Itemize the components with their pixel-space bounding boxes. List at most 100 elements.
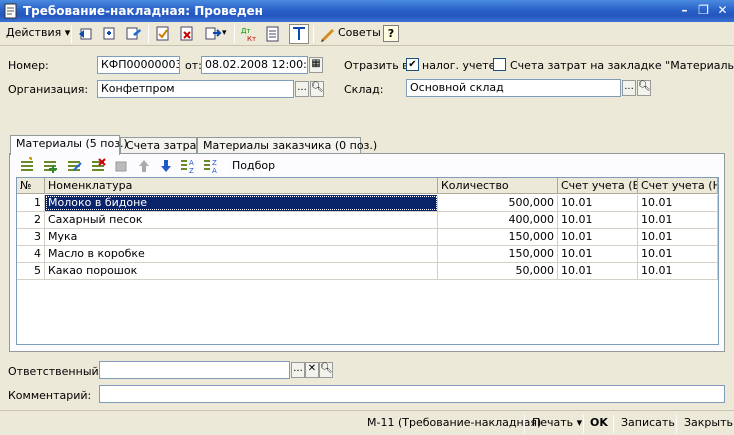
open-magnifier-icon[interactable]: 🔍︎ [637,80,651,96]
column-header-account-bu[interactable]: Счет учета (БУ) [558,178,638,194]
ok-button[interactable]: OK [590,416,608,429]
selection-button[interactable]: Подбор [232,159,275,172]
row-quantity[interactable]: 50,000 [438,263,558,279]
create-based-on-dropdown-icon[interactable]: ▾ [222,24,227,44]
table-row[interactable]: 1 Молоко в бидоне 500,000 10.01 10.01 [17,195,718,212]
row-number: 2 [17,212,45,228]
table-row[interactable]: 4 Масло в коробке 150,000 10.01 10.01 [17,246,718,263]
minimize-icon[interactable]: – [676,2,693,19]
row-nomenclature[interactable]: Молоко в бидоне [45,195,438,211]
move-up-icon [134,156,154,176]
create-based-on-icon[interactable] [203,24,223,44]
maximize-icon[interactable]: ❐ [695,2,712,19]
document-icon [4,3,17,19]
open-magnifier-icon[interactable]: 🔍︎ [319,362,333,378]
responsible-field[interactable] [99,361,290,379]
row-number: 5 [17,263,45,279]
print-form-button[interactable]: М-11 (Требование-накладная) [367,416,541,429]
post-document-icon[interactable] [153,24,173,44]
column-header-account-nu[interactable]: Счет учета (НУ) [638,178,718,194]
table-row[interactable]: 3 Мука 150,000 10.01 10.01 [17,229,718,246]
row-quantity[interactable]: 500,000 [438,195,558,211]
column-header-quantity[interactable]: Количество [438,178,558,194]
row-nomenclature[interactable]: Какао порошок [45,263,438,279]
date-field[interactable]: 08.02.2008 12:00:00 [201,56,308,74]
toolbar-separator [148,25,149,43]
row-account-nu[interactable]: 10.01 [638,246,718,262]
advice-button[interactable]: Советы [338,24,381,44]
svg-text:Дт: Дт [241,27,251,35]
tab-materials[interactable]: Материалы (5 поз.) [10,135,128,155]
edit-row-icon[interactable] [124,24,144,44]
tab-customer-materials[interactable]: Материалы заказчика (0 поз.) [197,137,377,154]
move-down-icon[interactable] [156,156,176,176]
table-row[interactable]: 5 Какао порошок 50,000 10.01 10.01 [17,263,718,280]
comment-field[interactable] [99,385,725,403]
table-row[interactable]: 2 Сахарный песок 400,000 10.01 10.01 [17,212,718,229]
row-quantity[interactable]: 400,000 [438,212,558,228]
cost-accounts-checkbox[interactable] [493,58,506,71]
responsible-label: Ответственный: [8,365,103,378]
close-button[interactable]: Закрыть [684,416,733,429]
open-magnifier-icon[interactable]: 🔍︎ [310,81,324,97]
delete-row-icon[interactable] [88,156,108,176]
row-nomenclature[interactable]: Мука [45,229,438,245]
title-bar: Требование-накладная: Проведен – ❐ ✕ [0,0,734,22]
sort-descending-icon[interactable]: ZA [201,156,221,176]
row-account-bu[interactable]: 10.01 [558,263,638,279]
column-header-number[interactable]: № [17,178,45,194]
edit-row-icon[interactable] [64,156,84,176]
warehouse-field[interactable]: Основной склад [406,79,621,97]
status-separator [613,415,614,433]
row-account-nu[interactable]: 10.01 [638,212,718,228]
row-nomenclature[interactable]: Сахарный песок [45,212,438,228]
status-bar: М-11 (Требование-накладная) Печать ▾ OK … [0,410,734,435]
tree-view-icon[interactable] [289,24,309,44]
svg-text:A: A [189,159,194,167]
select-ellipsis-icon[interactable]: ... [622,80,636,96]
copy-row-icon[interactable] [40,156,60,176]
add-row-icon[interactable] [76,24,96,44]
actions-menu[interactable]: Действия ▾ [6,24,70,44]
row-quantity[interactable]: 150,000 [438,229,558,245]
materials-table: № Номенклатура Количество Счет учета (БУ… [16,177,719,345]
row-account-bu[interactable]: 10.01 [558,195,638,211]
row-account-bu[interactable]: 10.01 [558,229,638,245]
number-label: Номер: [8,59,49,72]
select-ellipsis-icon[interactable]: ... [291,362,305,378]
row-number: 3 [17,229,45,245]
table-header: № Номенклатура Количество Счет учета (БУ… [17,178,718,194]
toolbar-separator [225,158,226,176]
tab-cost-accounts[interactable]: Счета затрат [120,137,203,154]
dt-kt-icon[interactable]: Дт Кт [239,24,259,44]
calendar-icon[interactable]: ▦ [309,57,323,73]
comment-label: Комментарий: [8,389,92,402]
unpost-document-icon[interactable] [177,24,197,44]
column-header-nomenclature[interactable]: Номенклатура [45,178,438,194]
add-row-icon[interactable] [17,156,37,176]
actions-label: Действия [6,26,62,39]
print-button[interactable]: Печать ▾ [532,416,582,429]
copy-row-icon[interactable] [100,24,120,44]
row-account-bu[interactable]: 10.01 [558,212,638,228]
document-structure-icon[interactable] [263,24,283,44]
help-button[interactable]: ? [383,25,399,42]
row-nomenclature[interactable]: Масло в коробке [45,246,438,262]
organization-field[interactable]: Конфетпром [97,80,294,98]
row-account-nu[interactable]: 10.01 [638,229,718,245]
save-button[interactable]: Записать [621,416,675,429]
tax-accounting-checkbox[interactable]: ✔ [406,58,419,71]
number-field[interactable]: КФП00000003 [97,56,180,74]
sort-ascending-icon[interactable]: AZ [178,156,198,176]
organization-label: Организация: [8,83,89,96]
row-quantity[interactable]: 150,000 [438,246,558,262]
row-account-nu[interactable]: 10.01 [638,195,718,211]
close-icon[interactable]: ✕ [714,2,731,19]
row-number: 4 [17,246,45,262]
row-account-nu[interactable]: 10.01 [638,263,718,279]
clear-x-icon[interactable]: ✕ [305,362,319,378]
row-account-bu[interactable]: 10.01 [558,246,638,262]
cost-accounts-label: Счета затрат на закладке "Материалы" [510,59,734,72]
warehouse-label: Склад: [344,83,384,96]
select-ellipsis-icon[interactable]: ... [295,81,309,97]
